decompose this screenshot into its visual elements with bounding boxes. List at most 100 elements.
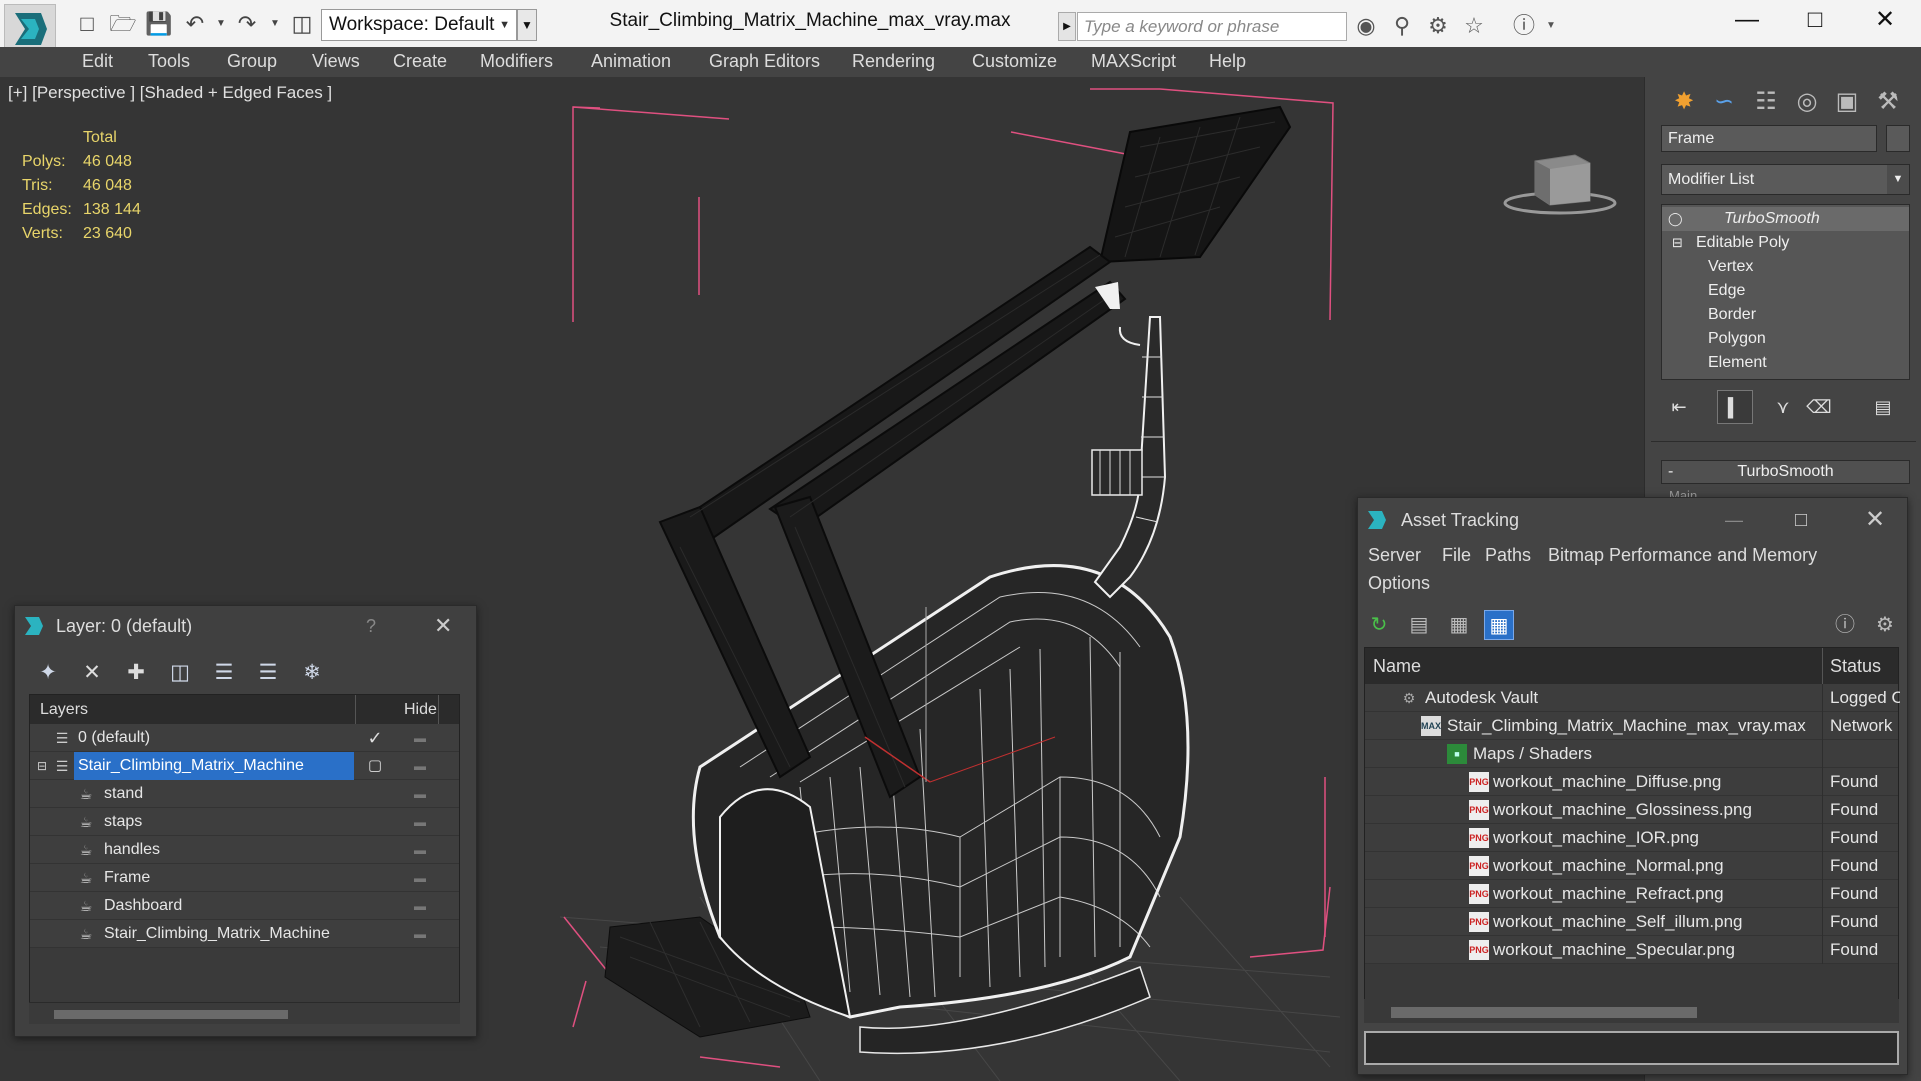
- select-objects-icon[interactable]: ◫: [163, 656, 197, 690]
- hierarchy-tab-icon[interactable]: ☷: [1749, 85, 1783, 119]
- collapse-icon[interactable]: ⊟: [32, 752, 52, 780]
- asset-row[interactable]: PNG workout_machine_Glossiness.png Found: [1365, 796, 1898, 824]
- layer-row[interactable]: ☕ Stair_Climbing_Matrix_Machine ▬: [30, 920, 459, 948]
- binoculars-icon[interactable]: ◉: [1350, 10, 1382, 42]
- layer-row[interactable]: ☕ handles ▬: [30, 836, 459, 864]
- scrollbar-thumb[interactable]: [54, 1010, 288, 1019]
- create-tab-icon[interactable]: ✸: [1667, 85, 1701, 119]
- menu-paths[interactable]: Paths: [1485, 545, 1531, 566]
- remove-modifier-icon[interactable]: ⌫: [1801, 390, 1837, 424]
- utilities-tab-icon[interactable]: ⚒: [1871, 85, 1905, 119]
- column-header-name[interactable]: Name: [1373, 648, 1421, 684]
- viewport-label[interactable]: [+] [Perspective ] [Shaded + Edged Faces…: [8, 83, 332, 103]
- menu-group[interactable]: Group: [227, 47, 277, 77]
- new-file-icon[interactable]: □: [72, 9, 102, 39]
- hide-toggle-icon[interactable]: ▬: [410, 724, 430, 752]
- menu-options[interactable]: Options: [1368, 573, 1430, 594]
- menu-edit[interactable]: Edit: [82, 47, 113, 77]
- freeze-all-icon[interactable]: ❄: [295, 656, 329, 690]
- object-color-swatch[interactable]: [1886, 125, 1910, 152]
- asset-row[interactable]: PNG workout_machine_Self_illum.png Found: [1365, 908, 1898, 936]
- menu-server[interactable]: Server: [1368, 545, 1421, 566]
- layer-row[interactable]: ☕ staps ▬: [30, 808, 459, 836]
- column-header-hide[interactable]: Hide: [404, 695, 437, 724]
- close-icon[interactable]: ✕: [1865, 498, 1885, 542]
- asset-row[interactable]: MAX Stair_Climbing_Matrix_Machine_max_vr…: [1365, 712, 1898, 740]
- vault-help-icon[interactable]: ⓘ: [1830, 610, 1860, 640]
- hide-toggle-icon[interactable]: ▬: [410, 780, 430, 808]
- hide-toggle-icon[interactable]: ▬: [410, 808, 430, 836]
- pin-stack-icon[interactable]: ⇤: [1661, 390, 1697, 424]
- asset-row[interactable]: ■ Maps / Shaders: [1365, 740, 1898, 768]
- stack-item-editable-poly[interactable]: ⊟ Editable Poly: [1662, 231, 1909, 255]
- scrollbar-thumb[interactable]: [1391, 1007, 1697, 1018]
- layer-row[interactable]: ☕ stand ▬: [30, 780, 459, 808]
- menu-views[interactable]: Views: [312, 47, 360, 77]
- delete-layer-icon[interactable]: ✕: [75, 656, 109, 690]
- object-name-field[interactable]: Frame: [1661, 125, 1877, 152]
- hide-toggle-icon[interactable]: ▬: [410, 864, 430, 892]
- close-icon[interactable]: ✕: [434, 606, 452, 646]
- show-end-result-icon[interactable]: ▍: [1717, 390, 1753, 424]
- hide-toggle-icon[interactable]: ▬: [410, 752, 430, 780]
- horizontal-scrollbar[interactable]: [29, 1002, 460, 1024]
- horizontal-scrollbar[interactable]: [1364, 999, 1899, 1023]
- menu-bitmap-performance[interactable]: Bitmap Performance and Memory: [1548, 545, 1817, 566]
- stack-item-border[interactable]: Border: [1662, 303, 1909, 327]
- checkmark-icon[interactable]: ✓: [364, 724, 386, 752]
- display-tab-icon[interactable]: ▣: [1830, 85, 1864, 119]
- maximize-icon[interactable]: □: [1795, 498, 1807, 542]
- layer-box-icon[interactable]: ▢: [364, 752, 386, 780]
- layer-row[interactable]: ☕ Dashboard ▬: [30, 892, 459, 920]
- asset-row[interactable]: PNG workout_machine_Normal.png Found: [1365, 852, 1898, 880]
- hide-toggle-icon[interactable]: ▬: [410, 920, 430, 948]
- asset-row[interactable]: PNG workout_machine_Specular.png Found: [1365, 936, 1898, 964]
- asset-window-titlebar[interactable]: Asset Tracking — □ ✕: [1358, 498, 1907, 542]
- communication-icon[interactable]: ⚙: [1422, 10, 1454, 42]
- menu-rendering[interactable]: Rendering: [852, 47, 935, 77]
- stack-item-turbosmooth[interactable]: ◯ TurboSmooth: [1662, 207, 1909, 231]
- project-folder-icon[interactable]: ◫: [287, 9, 317, 39]
- viewcube-icon[interactable]: [1500, 133, 1620, 223]
- help-icon[interactable]: ?: [366, 606, 376, 646]
- refresh-icon[interactable]: ↻: [1364, 610, 1394, 640]
- workspace-selector[interactable]: Workspace: Default ▼: [321, 9, 517, 41]
- collapse-icon[interactable]: ⊟: [1672, 231, 1683, 255]
- menu-file[interactable]: File: [1442, 545, 1471, 566]
- add-to-layer-icon[interactable]: ✚: [119, 656, 153, 690]
- hide-toggle-icon[interactable]: ▬: [410, 892, 430, 920]
- search-input[interactable]: Type a keyword or phrase: [1077, 12, 1347, 41]
- thumbnail-view-icon[interactable]: ▦: [1444, 610, 1474, 640]
- redo-icon[interactable]: ↷: [232, 9, 262, 39]
- maximize-button[interactable]: □: [1780, 0, 1850, 40]
- asset-row[interactable]: ⚙ Autodesk Vault Logged O: [1365, 684, 1900, 712]
- menu-help[interactable]: Help: [1209, 47, 1246, 77]
- column-header-layers[interactable]: Layers: [40, 695, 88, 724]
- asset-row[interactable]: PNG workout_machine_Diffuse.png Found: [1365, 768, 1898, 796]
- table-view-icon[interactable]: ▦: [1484, 610, 1514, 640]
- configure-sets-icon[interactable]: ▤: [1865, 390, 1901, 424]
- menu-create[interactable]: Create: [393, 47, 447, 77]
- menu-animation[interactable]: Animation: [591, 47, 671, 77]
- stack-item-vertex[interactable]: Vertex: [1662, 255, 1909, 279]
- asset-path-input[interactable]: [1364, 1031, 1899, 1065]
- layer-row[interactable]: ☰ 0 (default) ✓ ▬: [30, 724, 459, 752]
- asset-row[interactable]: PNG workout_machine_IOR.png Found: [1365, 824, 1898, 852]
- minimize-button[interactable]: —: [1712, 0, 1782, 40]
- search-expand-icon[interactable]: ▶: [1058, 12, 1076, 41]
- workspace-menu-button[interactable]: ▼: [517, 9, 537, 41]
- stack-item-polygon[interactable]: Polygon: [1662, 327, 1909, 351]
- stack-item-edge[interactable]: Edge: [1662, 279, 1909, 303]
- layer-window-titlebar[interactable]: Layer: 0 (default) ? ✕: [15, 606, 476, 646]
- lightbulb-icon[interactable]: ◯: [1668, 207, 1683, 231]
- minimize-icon[interactable]: —: [1725, 498, 1743, 542]
- create-layer-icon[interactable]: ✦: [31, 656, 65, 690]
- menu-maxscript[interactable]: MAXScript: [1091, 47, 1176, 77]
- redo-dropdown-icon[interactable]: ▼: [260, 9, 290, 39]
- turbosmooth-rollout[interactable]: - TurboSmooth: [1661, 460, 1910, 484]
- close-button[interactable]: ✕: [1850, 0, 1920, 40]
- key-icon[interactable]: ⚲: [1386, 10, 1418, 42]
- modifier-list-dropdown[interactable]: Modifier List ▼: [1661, 164, 1910, 195]
- menu-tools[interactable]: Tools: [148, 47, 190, 77]
- help-dropdown-icon[interactable]: ▼: [1535, 10, 1567, 42]
